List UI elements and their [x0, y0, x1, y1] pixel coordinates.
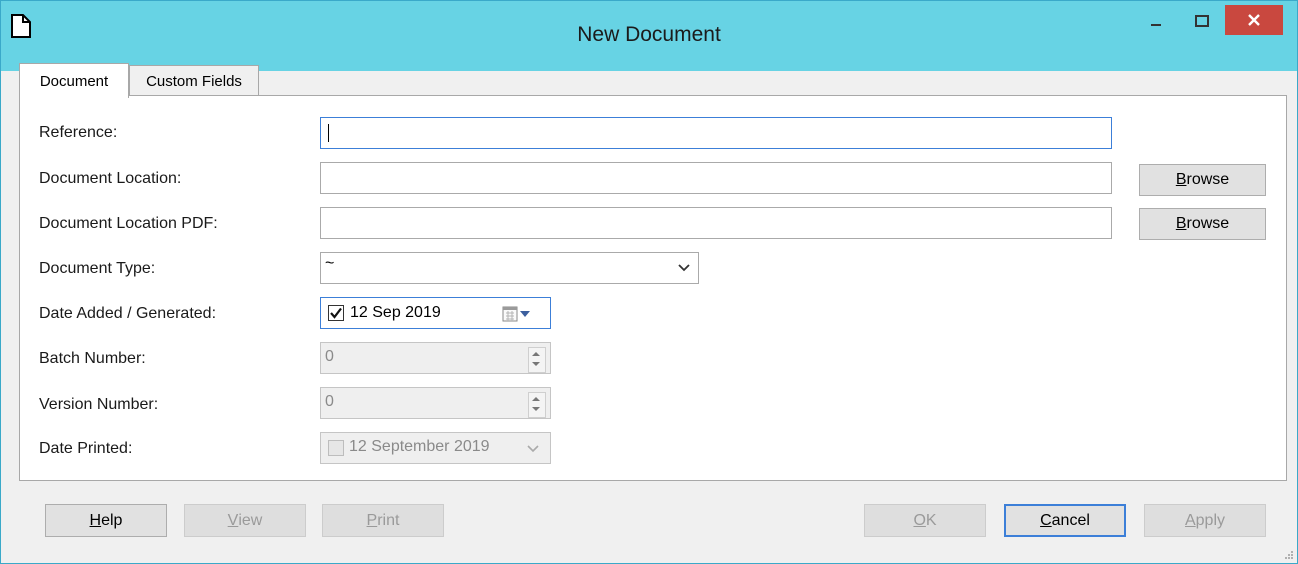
close-button[interactable] [1225, 5, 1283, 35]
document-type-label: Document Type: [39, 260, 156, 277]
chevron-down-icon[interactable] [520, 311, 530, 317]
document-tab-panel: Reference: Document Location: Browse Doc… [19, 95, 1287, 481]
date-printed-picker[interactable]: 12 September 2019 [320, 432, 551, 464]
chevron-down-icon[interactable] [527, 445, 539, 453]
document-location-pdf-input[interactable] [320, 207, 1112, 239]
spin-up-icon[interactable] [532, 352, 540, 356]
tab-document-label: Document [39, 72, 109, 90]
calendar-icon[interactable] [502, 306, 518, 322]
help-button[interactable]: Help [45, 504, 167, 537]
tab-document[interactable]: Document [19, 63, 129, 98]
version-number-value: 0 [325, 393, 334, 410]
batch-number-stepper[interactable]: 0 [320, 342, 551, 374]
title-bar[interactable]: New Document [1, 1, 1297, 71]
date-printed-label: Date Printed: [39, 440, 133, 457]
reference-input[interactable] [320, 117, 1112, 149]
apply-button[interactable]: Apply [1144, 504, 1266, 537]
view-label-rest: iew [238, 511, 263, 529]
date-added-checkbox[interactable] [328, 305, 344, 321]
version-number-label: Version Number: [39, 396, 159, 413]
checkmark-icon [330, 307, 342, 319]
resize-grip-icon[interactable] [1283, 549, 1293, 559]
browse-hotkey: B [1175, 215, 1187, 232]
ok-button[interactable]: OK [864, 504, 986, 537]
new-document-dialog: New Document Document Custom Fields Refe… [0, 0, 1298, 564]
date-printed-value: 12 September 2019 [349, 438, 490, 455]
spin-up-icon[interactable] [532, 397, 540, 401]
date-added-picker[interactable]: 12 Sep 2019 [320, 297, 551, 329]
document-location-pdf-label: Document Location PDF: [39, 215, 218, 232]
chevron-down-icon [678, 264, 690, 272]
reference-label: Reference: [39, 124, 118, 141]
cancel-label-rest: ancel [1051, 511, 1090, 529]
browse-label-rest: rowse [1186, 171, 1230, 188]
close-icon [1248, 14, 1260, 26]
tab-custom-fields[interactable]: Custom Fields [129, 65, 259, 97]
document-location-input[interactable] [320, 162, 1112, 194]
cancel-button[interactable]: Cancel [1004, 504, 1126, 537]
document-type-value: ~ [325, 255, 335, 272]
help-label-rest: elp [101, 511, 123, 529]
text-caret [328, 124, 329, 142]
cancel-hotkey: C [1040, 511, 1052, 529]
browse-label-rest: rowse [1186, 215, 1230, 232]
print-button[interactable]: Print [322, 504, 444, 537]
tab-custom-fields-label: Custom Fields [146, 73, 242, 90]
browse-hotkey: B [1175, 171, 1187, 188]
ok-label-rest: K [925, 511, 937, 529]
date-added-value: 12 Sep 2019 [350, 304, 441, 321]
document-type-select[interactable]: ~ [320, 252, 699, 284]
view-button[interactable]: View [184, 504, 306, 537]
print-label-rest: rint [377, 511, 400, 529]
apply-label-rest: pply [1195, 511, 1226, 529]
maximize-button[interactable] [1179, 5, 1225, 37]
batch-number-spin-buttons[interactable] [528, 347, 546, 373]
date-printed-checkbox[interactable] [328, 440, 344, 456]
version-number-stepper[interactable]: 0 [320, 387, 551, 419]
window-title: New Document [577, 23, 721, 46]
date-added-label: Date Added / Generated: [39, 305, 217, 322]
spin-down-icon[interactable] [532, 362, 540, 366]
spin-down-icon[interactable] [532, 407, 540, 411]
ok-hotkey: O [913, 511, 926, 529]
apply-hotkey: A [1184, 511, 1196, 529]
batch-number-value: 0 [325, 348, 334, 365]
print-hotkey: P [366, 511, 378, 529]
minimize-button[interactable] [1133, 5, 1179, 37]
maximize-icon [1195, 15, 1209, 27]
view-hotkey: V [227, 511, 239, 529]
minimize-icon [1151, 24, 1161, 26]
browse-document-location-button[interactable]: Browse [1139, 164, 1266, 196]
version-number-spin-buttons[interactable] [528, 392, 546, 418]
browse-document-location-pdf-button[interactable]: Browse [1139, 208, 1266, 240]
document-location-label: Document Location: [39, 170, 182, 187]
help-hotkey: H [89, 511, 102, 529]
batch-number-label: Batch Number: [39, 350, 146, 367]
